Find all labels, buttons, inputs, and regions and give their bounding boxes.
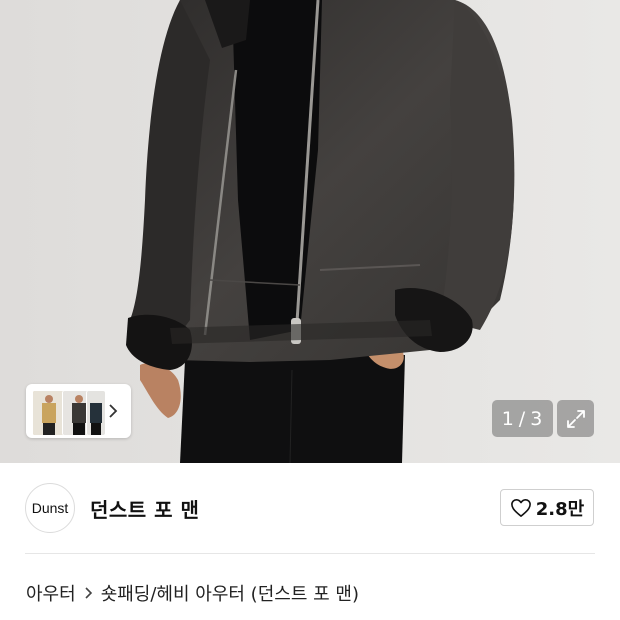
expand-button[interactable]	[557, 400, 594, 437]
thumbnail-stack	[30, 388, 106, 436]
thumbnail-1[interactable]	[32, 390, 66, 436]
divider	[25, 553, 595, 554]
image-total: 3	[530, 407, 544, 430]
image-counter: 1 / 3	[492, 400, 553, 437]
breadcrumb: 아우터 숏패딩/헤비 아우터 (던스트 포 맨)	[26, 580, 359, 606]
chevron-right-icon[interactable]	[103, 399, 123, 423]
brand-logo-text: Dunst	[31, 500, 69, 516]
thumbnail-strip[interactable]	[26, 384, 131, 438]
chevron-right-icon	[84, 586, 93, 600]
brand-name-link[interactable]: 던스트 포 맨	[90, 494, 199, 523]
like-button[interactable]: 2.8만	[500, 489, 594, 526]
heart-icon	[510, 498, 531, 517]
image-counter-separator: /	[518, 407, 527, 430]
product-page: 1 / 3 Dunst 던스트 포 맨 2.8만 아우터 숏패딩/헤비 아우터 …	[0, 0, 620, 620]
breadcrumb-item-outer[interactable]: 아우터	[26, 580, 76, 606]
image-current: 1	[501, 407, 515, 430]
product-image-gallery[interactable]: 1 / 3	[0, 0, 620, 463]
expand-icon	[566, 409, 585, 428]
breadcrumb-item-category[interactable]: 숏패딩/헤비 아우터 (던스트 포 맨)	[101, 580, 359, 606]
brand-logo[interactable]: Dunst	[25, 483, 75, 533]
like-count: 2.8만	[535, 498, 585, 520]
